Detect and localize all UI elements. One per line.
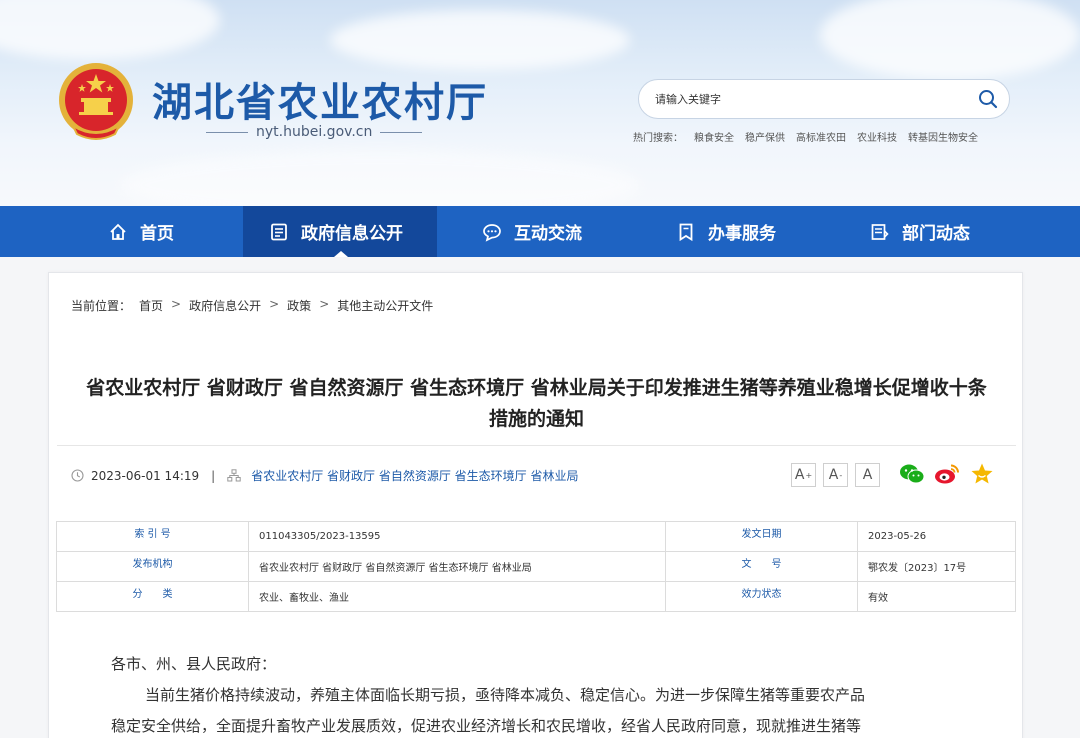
hot-search-link[interactable]: 粮食安全 (694, 129, 734, 144)
font-button-label: A (862, 467, 873, 483)
site-domain: nyt.hubei.gov.cn (256, 124, 373, 140)
sky-cloud (330, 10, 630, 70)
nav-item-gov-info[interactable]: 政府信息公开 (243, 206, 437, 257)
table-row: 分 类 农业、畜牧业、渔业 效力状态 有效 (56, 581, 1016, 612)
info-value: 有效 (857, 581, 1016, 612)
info-value: 鄂农发〔2023〕17号 (857, 551, 1016, 582)
breadcrumb-item[interactable]: 其他主动公开文件 (337, 297, 433, 314)
nav-label: 互动交流 (514, 224, 582, 244)
hot-search-link[interactable]: 农业科技 (857, 129, 897, 144)
title-divider (57, 445, 1016, 446)
wechat-icon[interactable] (899, 461, 925, 487)
nav-label: 部门动态 (902, 224, 970, 244)
nav-label: 首页 (140, 224, 174, 244)
font-button-label: A (794, 467, 805, 483)
info-key: 索 引 号 (56, 521, 249, 552)
document-icon (269, 222, 289, 242)
font-increase-button[interactable]: A + (791, 463, 816, 487)
font-button-mark: - (839, 470, 843, 480)
site-title[interactable]: 湖北省农业农村厅 (152, 70, 488, 128)
article-meta: 2023-06-01 14:19 | 省农业农村厅 省财政厅 省自然资源厅 省生… (71, 467, 578, 484)
nav-item-news[interactable]: 部门动态 (870, 206, 970, 257)
nav-item-interaction[interactable]: 互动交流 (482, 206, 582, 257)
nav-active-caret (334, 251, 348, 257)
breadcrumb-item[interactable]: 政府信息公开 (189, 297, 261, 314)
info-key: 分 类 (56, 581, 249, 612)
domain-divider-line (206, 131, 248, 133)
font-reset-button[interactable]: A (855, 463, 880, 487)
weibo-icon[interactable] (934, 461, 960, 487)
font-button-mark: + (805, 470, 813, 480)
body-paragraph: 当前生猪价格持续波动，养殖主体面临长期亏损，亟待降本减负、稳定信心。为进一步保障… (145, 686, 866, 704)
hot-search-link[interactable]: 稳产保供 (745, 129, 785, 144)
breadcrumb-item[interactable]: 政策 (287, 297, 311, 314)
article-title-line: 措施的通知 (488, 408, 584, 430)
main-nav: 首页 政府信息公开 互动交流 办事服务 部门动态 (0, 206, 1080, 257)
body-paragraph: 稳定安全供给，全面提升畜牧产业发展质效，促进农业经济增长和农民增收，经省人民政府… (111, 717, 862, 735)
sky-cloud (120, 150, 640, 206)
breadcrumb-label: 当前位置： (71, 299, 132, 313)
site-domain-row: nyt.hubei.gov.cn (206, 124, 423, 140)
salutation: 各市、州、县人民政府： (111, 655, 277, 673)
search-box (638, 79, 1010, 119)
font-decrease-button[interactable]: A- (823, 463, 848, 487)
org-icon (227, 469, 241, 482)
breadcrumb-separator: > (269, 297, 280, 311)
home-icon (108, 222, 128, 242)
favorite-star-icon[interactable] (969, 461, 995, 487)
info-key: 效力状态 (665, 581, 858, 612)
hot-search-link[interactable]: 高标准农田 (796, 129, 846, 144)
national-emblem-icon (59, 63, 133, 140)
info-value: 农业、畜牧业、渔业 (248, 581, 666, 612)
sky-cloud (820, 0, 1080, 80)
table-row: 索 引 号 011043305/2023-13595 发文日期 2023-05-… (56, 521, 1016, 552)
hot-search-label: 热门搜索： (633, 133, 683, 144)
nav-label: 办事服务 (708, 224, 776, 244)
info-value: 省农业农村厅 省财政厅 省自然资源厅 省生态环境厅 省林业局 (248, 551, 666, 582)
sky-cloud (0, 0, 220, 60)
table-row: 发布机构 省农业农村厅 省财政厅 省自然资源厅 省生态环境厅 省林业局 文 号 … (56, 551, 1016, 582)
clock-icon (71, 469, 84, 482)
article-card: 当前位置： 首页 > 政府信息公开 > 政策 > 其他主动公开文件 省农业农村厅… (48, 272, 1023, 738)
breadcrumb-separator: > (171, 297, 182, 311)
font-size-controls: A + A- A (791, 463, 880, 487)
info-key: 发布机构 (56, 551, 249, 582)
font-button-label: A (828, 467, 839, 483)
site-header: 湖北省农业农村厅 nyt.hubei.gov.cn 热门搜索： 粮食安全 稳产保… (0, 0, 1080, 206)
search-icon[interactable] (977, 88, 999, 110)
article-body: 各市、州、县人民政府： 当前生猪价格持续波动，养殖主体面临长期亏损，亟待降本减负… (111, 649, 991, 738)
info-value: 2023-05-26 (857, 521, 1016, 552)
publisher-link[interactable]: 省农业农村厅 省财政厅 省自然资源厅 省生态环境厅 省林业局 (251, 467, 578, 484)
bookmark-icon (676, 222, 696, 242)
meta-separator: | (211, 468, 216, 483)
hot-search-row: 热门搜索： 粮食安全 稳产保供 高标准农田 农业科技 转基因生物安全 (633, 129, 978, 144)
nav-label: 政府信息公开 (301, 224, 403, 244)
breadcrumb: 当前位置： 首页 > 政府信息公开 > 政策 > 其他主动公开文件 (71, 297, 433, 314)
document-info-table: 索 引 号 011043305/2023-13595 发文日期 2023-05-… (56, 521, 1016, 612)
info-key: 文 号 (665, 551, 858, 582)
breadcrumb-item[interactable]: 首页 (139, 297, 163, 314)
share-bar (899, 461, 995, 487)
domain-divider-line (380, 131, 423, 133)
article-title: 省农业农村厅 省财政厅 省自然资源厅 省生态环境厅 省林业局关于印发推进生猪等养… (69, 373, 1004, 435)
article-title-line: 省农业农村厅 省财政厅 省自然资源厅 省生态环境厅 省林业局关于印发推进生猪等养… (86, 377, 987, 399)
info-key: 发文日期 (665, 521, 858, 552)
nav-item-home[interactable]: 首页 (108, 206, 174, 257)
search-input[interactable] (655, 92, 977, 106)
hot-search-link[interactable]: 转基因生物安全 (908, 129, 978, 144)
info-value: 011043305/2023-13595 (248, 521, 666, 552)
news-icon (870, 222, 890, 242)
chat-icon (482, 222, 502, 242)
publish-datetime: 2023-06-01 14:19 (91, 468, 200, 483)
breadcrumb-separator: > (319, 297, 330, 311)
nav-item-services[interactable]: 办事服务 (676, 206, 776, 257)
